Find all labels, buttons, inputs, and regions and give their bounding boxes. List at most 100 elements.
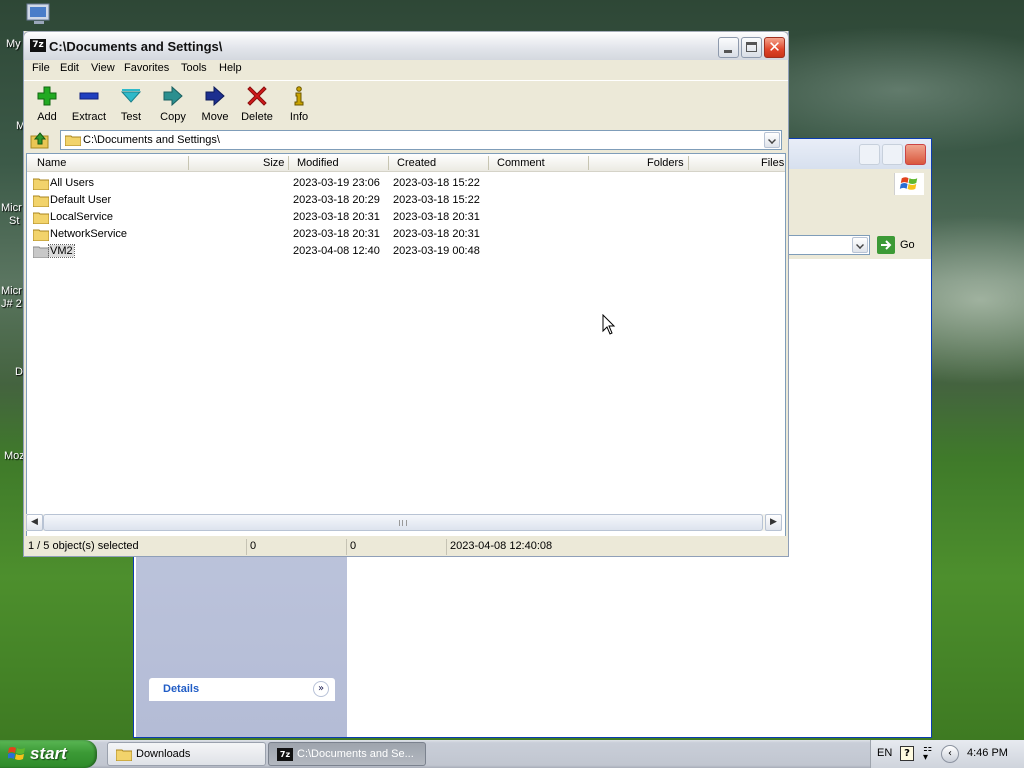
column-separator[interactable] (388, 156, 389, 170)
test-button[interactable]: Test (110, 83, 152, 125)
info-label: Info (289, 111, 309, 123)
scroll-right-button[interactable]: ▶ (765, 514, 782, 531)
delete-button[interactable]: Delete (236, 83, 278, 125)
details-panel-header[interactable]: Details » (149, 678, 335, 701)
table-row[interactable]: LocalService 2023-03-18 20:31 2023-03-18… (27, 209, 785, 226)
taskbar-item-7zip[interactable]: 7z C:\Documents and Se... (268, 742, 426, 766)
column-header-size[interactable]: Size (263, 157, 284, 169)
row-name: VM2 (48, 244, 75, 258)
start-label: start (30, 744, 67, 763)
address-text: C:\Documents and Settings\ (83, 134, 220, 146)
toolbar: Add Extract Test Copy Move Delete Info (24, 80, 788, 128)
copy-button[interactable]: Copy (152, 83, 194, 125)
close-button[interactable]: ✕ (764, 37, 785, 58)
desktop-icon-label-micr-2[interactable]: Micr (1, 285, 22, 297)
maximize-button[interactable] (741, 37, 762, 58)
clock[interactable]: 4:46 PM (967, 747, 1008, 759)
row-modified: 2023-03-18 20:31 (293, 211, 380, 223)
column-separator[interactable] (588, 156, 589, 170)
table-row[interactable]: Default User 2023-03-18 20:29 2023-03-18… (27, 192, 785, 209)
minimize-button[interactable] (718, 37, 739, 58)
start-button[interactable]: start (0, 740, 97, 768)
delete-label: Delete (241, 111, 273, 123)
column-header-folders[interactable]: Folders (647, 157, 684, 169)
column-header-created[interactable]: Created (397, 157, 436, 169)
file-list[interactable]: Name Size Modified Created Comment Folde… (26, 153, 786, 541)
7zip-app-icon: 7z (30, 39, 46, 52)
menu-view[interactable]: View (91, 62, 115, 74)
language-indicator[interactable]: EN (877, 747, 892, 759)
menu-edit[interactable]: Edit (60, 62, 79, 74)
7zip-file-manager-window[interactable]: 7z C:\Documents and Settings\ ✕ File Edi… (23, 31, 789, 557)
info-button[interactable]: Info (278, 83, 320, 125)
taskbar-item-downloads[interactable]: Downloads (107, 742, 266, 766)
row-created: 2023-03-18 15:22 (393, 194, 480, 206)
folder-icon (116, 749, 132, 761)
desktop-icon-label-d[interactable]: D (15, 366, 23, 378)
add-button[interactable]: Add (26, 83, 68, 125)
background-close-button[interactable] (905, 144, 926, 165)
help-icon[interactable]: ? (900, 746, 914, 761)
address-dropdown-button[interactable] (764, 132, 780, 148)
extract-button[interactable]: Extract (68, 83, 110, 125)
taskbar: start Downloads 7z C:\Documents and Se..… (0, 740, 1024, 768)
window-titlebar[interactable]: 7z C:\Documents and Settings\ ✕ (23, 31, 789, 60)
table-row[interactable]: All Users 2023-03-19 23:06 2023-03-18 15… (27, 175, 785, 192)
double-chevron-down-icon[interactable]: » (313, 681, 329, 697)
add-plus-icon (37, 86, 57, 106)
menu-favorites[interactable]: Favorites (124, 62, 169, 74)
close-icon: ✕ (768, 38, 781, 56)
scroll-left-button[interactable]: ◀ (26, 514, 43, 531)
column-header-comment[interactable]: Comment (497, 157, 545, 169)
background-maximize-button[interactable] (882, 144, 903, 165)
desktop-icon-label-micr[interactable]: Micr (1, 202, 22, 214)
copy-label: Copy (160, 111, 186, 123)
column-separator[interactable] (288, 156, 289, 170)
chevron-down-icon (768, 136, 776, 144)
scroll-thumb[interactable] (43, 514, 763, 531)
network-icon[interactable]: ⚏ ▾ (923, 744, 935, 763)
folder-icon (33, 212, 49, 224)
row-modified: 2023-04-08 12:40 (293, 245, 380, 257)
status-bar: 1 / 5 object(s) selected 0 0 2023-04-08 … (24, 536, 788, 556)
table-row-selected[interactable]: VM2 2023-04-08 12:40 2023-03-19 00:48 (27, 243, 785, 260)
row-modified: 2023-03-19 23:06 (293, 177, 380, 189)
go-arrow-icon[interactable] (877, 236, 895, 254)
column-headers: Name Size Modified Created Comment Folde… (27, 154, 785, 172)
desktop-icon-label-moz[interactable]: Moz (4, 450, 25, 462)
column-separator[interactable] (188, 156, 189, 170)
chevron-left-icon[interactable]: ‹ (941, 745, 959, 763)
move-button[interactable]: Move (194, 83, 236, 125)
table-row[interactable]: NetworkService 2023-03-18 20:31 2023-03-… (27, 226, 785, 243)
column-separator[interactable] (488, 156, 489, 170)
my-computer-icon[interactable] (24, 2, 54, 28)
menu-tools[interactable]: Tools (181, 62, 207, 74)
chevron-down-icon (856, 241, 864, 249)
grip-icon (399, 520, 407, 526)
desktop-icon-label-j-sharp[interactable]: J# 2 (1, 298, 22, 310)
column-header-name[interactable]: Name (37, 157, 66, 169)
go-button-label[interactable]: Go (900, 239, 915, 251)
row-created: 2023-03-19 00:48 (393, 245, 480, 257)
menu-file[interactable]: File (32, 62, 50, 74)
folder-icon (33, 229, 49, 241)
desktop-icon-label-st[interactable]: St (9, 215, 19, 227)
column-header-modified[interactable]: Modified (297, 157, 339, 169)
address-field[interactable]: C:\Documents and Settings\ (60, 130, 782, 150)
column-separator[interactable] (688, 156, 689, 170)
column-header-files[interactable]: Files (761, 157, 784, 169)
horizontal-scrollbar[interactable]: ◀ ▶ (26, 514, 782, 531)
chevron-right-icon: ▶ (770, 517, 777, 527)
up-folder-button[interactable] (28, 130, 52, 150)
background-address-dropdown[interactable] (852, 237, 868, 253)
row-name: Default User (50, 194, 112, 206)
copy-arrow-icon (163, 86, 183, 106)
address-bar: C:\Documents and Settings\ (24, 128, 788, 152)
row-name: All Users (50, 177, 95, 189)
extract-minus-icon (79, 92, 99, 100)
background-minimize-button[interactable] (859, 144, 880, 165)
row-name: NetworkService (50, 228, 128, 240)
taskbar-item-label: C:\Documents and Se... (297, 748, 414, 760)
desktop-icon-label-my-computer[interactable]: My (6, 38, 21, 50)
menu-help[interactable]: Help (219, 62, 242, 74)
